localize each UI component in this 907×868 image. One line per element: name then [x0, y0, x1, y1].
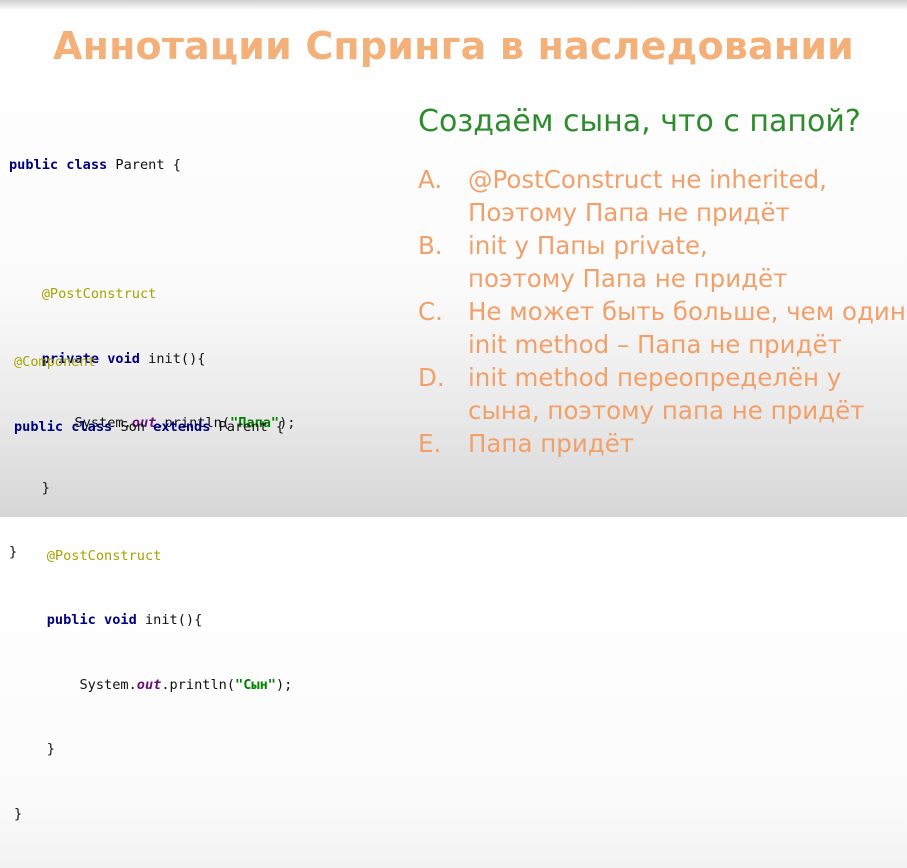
answer-line: @PostConstruct не inherited, — [468, 165, 827, 194]
answer-line: init у Папы private, — [468, 231, 708, 260]
brace: } — [14, 805, 23, 822]
answer-line: init method переопределён у — [468, 363, 842, 392]
keyword: extends — [153, 418, 211, 435]
answer-list: A. @PostConstruct не inherited, Поэтому … — [418, 163, 907, 460]
code-line: public class Parent { — [9, 155, 296, 177]
keyword: class — [71, 418, 113, 435]
keyword: public — [46, 612, 96, 628]
answer-text: Не может быть больше, чем один init meth… — [468, 295, 907, 361]
answer-option-a: A. @PostConstruct не inherited, Поэтому … — [418, 163, 907, 229]
code-line: System.out.println("Сын"); — [14, 675, 292, 697]
code-text: Parent { — [210, 418, 285, 435]
answer-option-d: D. init method переопределён у сына, поэ… — [418, 361, 907, 427]
answer-line: Поэтому Папа не придёт — [468, 198, 790, 227]
answer-option-c: C. Не может быть больше, чем один init m… — [418, 295, 907, 361]
code-line: public class Son extends Parent { — [14, 417, 292, 439]
answer-text: init method переопределён у сына, поэтом… — [468, 361, 907, 427]
code-text: .println( — [161, 676, 236, 693]
code-line: public void init(){ — [14, 610, 292, 632]
code-line: @PostConstruct — [14, 546, 292, 568]
answer-letter: E. — [418, 429, 442, 458]
brace: } — [46, 741, 55, 757]
string-literal: "Сын" — [235, 676, 276, 693]
slide: Аннотации Спринга в наследовании public … — [0, 0, 907, 822]
code-line: } — [14, 804, 292, 826]
answer-letter: D. — [418, 363, 445, 392]
answer-line: сына, поэтому папа не придёт — [468, 396, 865, 425]
code-text: Parent { — [107, 157, 181, 173]
code-line: @Component — [14, 352, 292, 374]
question-heading: Создаём сына, что с папой? — [418, 104, 861, 139]
slide-title: Аннотации Спринга в наследовании — [53, 24, 854, 68]
keyword: void — [104, 612, 137, 628]
answer-letter: A. — [418, 165, 443, 194]
answer-text: init у Папы private, поэтому Папа не при… — [468, 229, 907, 295]
answer-text: Папа придёт — [468, 427, 907, 460]
code-block-son: @Component public class Son extends Pare… — [14, 309, 292, 868]
code-line: } — [14, 739, 292, 761]
answer-line: поэтому Папа не придёт — [468, 264, 788, 293]
annotation: @PostConstruct — [41, 286, 157, 302]
answer-line: Папа придёт — [468, 429, 635, 458]
answer-letter: B. — [418, 231, 443, 260]
answer-letter: C. — [418, 297, 443, 326]
code-text: ); — [275, 676, 293, 693]
keyword: public — [14, 418, 64, 435]
answer-option-e: E. Папа придёт — [418, 427, 907, 460]
keyword: class — [66, 157, 108, 173]
code-text: Son — [112, 418, 154, 435]
slide-top-border — [0, 0, 907, 10]
answer-line: Не может быть больше, чем один — [468, 297, 906, 326]
annotation: @PostConstruct — [46, 547, 162, 564]
answer-text: @PostConstruct не inherited, Поэтому Пап… — [468, 163, 907, 229]
answer-line: init method – Папа не придёт — [468, 330, 842, 359]
code-line: @PostConstruct — [9, 284, 296, 306]
keyword: public — [9, 157, 59, 173]
field-ref: out — [136, 676, 162, 693]
annotation: @Component — [14, 354, 96, 370]
code-text: System. — [79, 676, 137, 693]
code-text: init(){ — [136, 612, 203, 628]
answer-option-b: B. init у Папы private, поэтому Папа не … — [418, 229, 907, 295]
